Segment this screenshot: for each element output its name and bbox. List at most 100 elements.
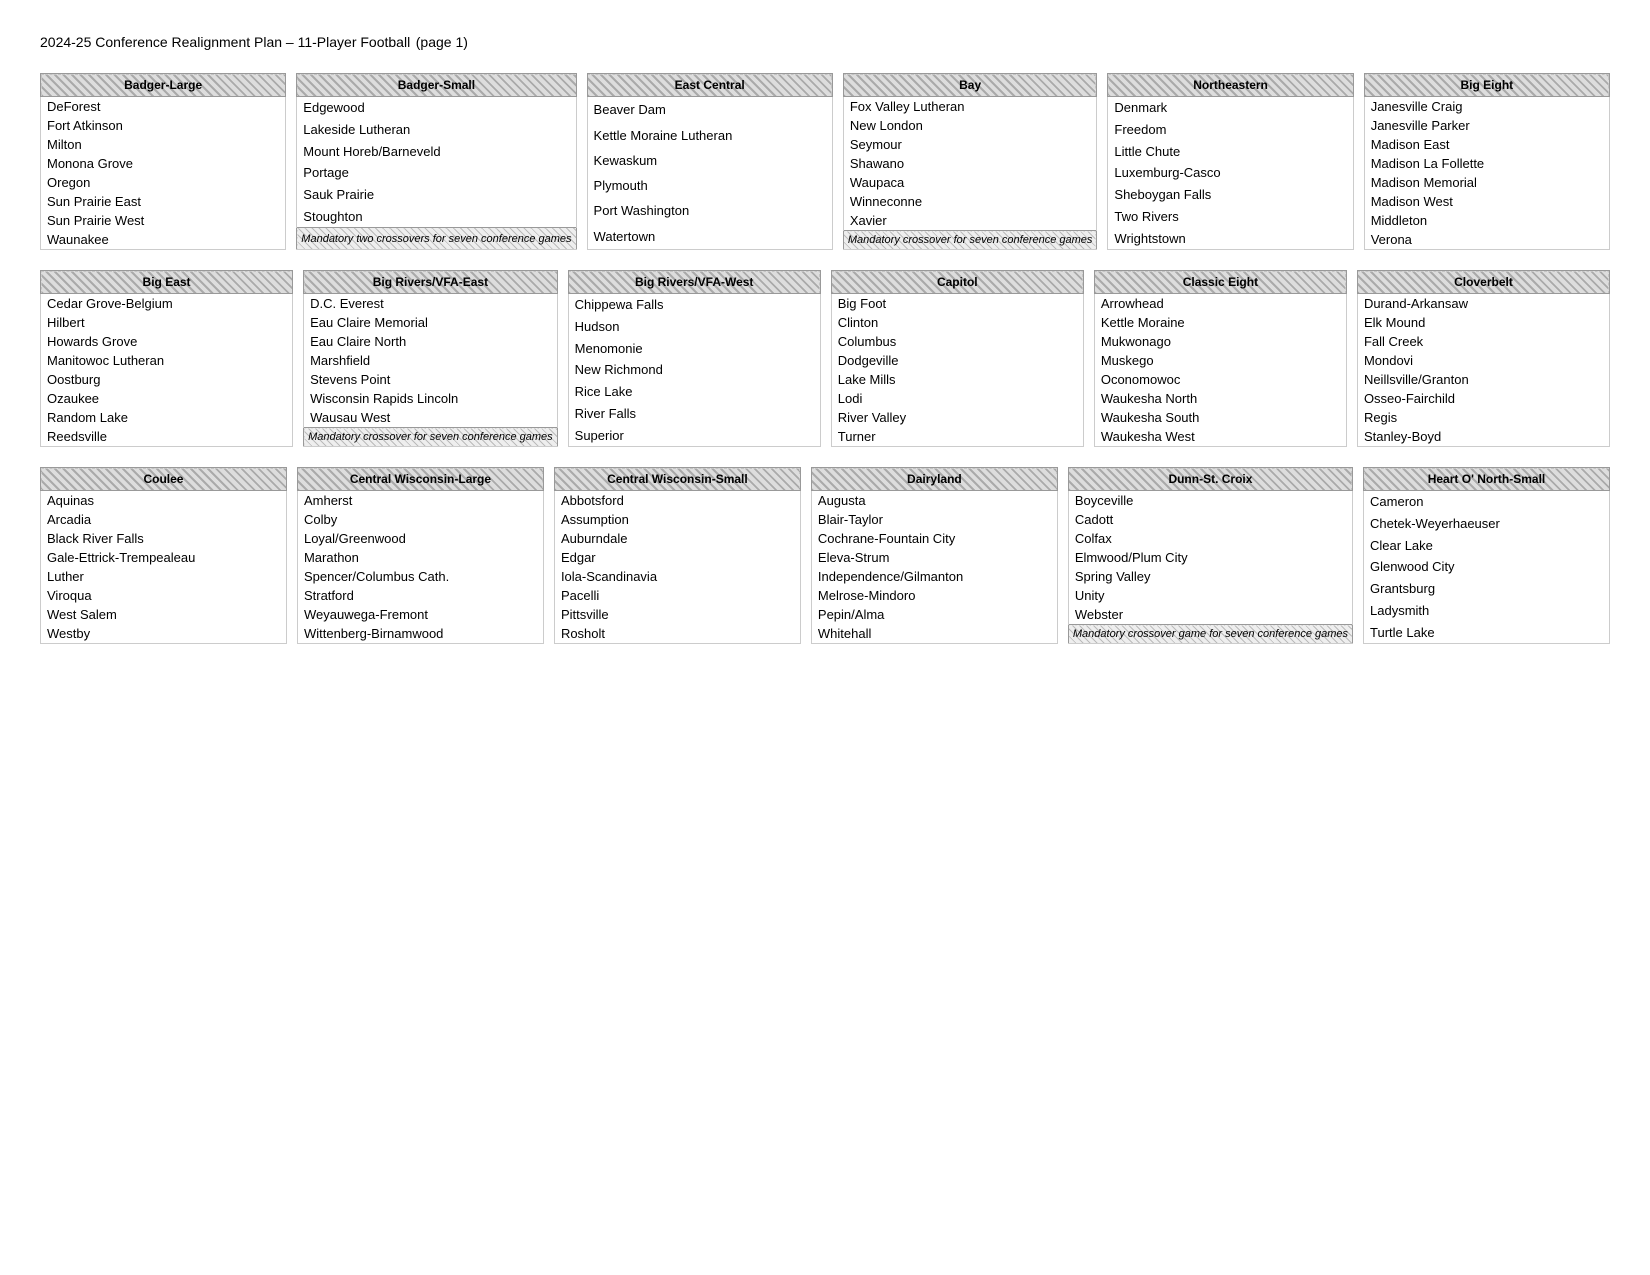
conference-note: Mandatory crossover game for seven confe… bbox=[1068, 625, 1352, 644]
conference-table-central-wisconsin-small: Central Wisconsin-SmallAbbotsfordAssumpt… bbox=[554, 467, 801, 644]
team-name: Monona Grove bbox=[41, 154, 286, 173]
team-name: Pacelli bbox=[554, 586, 800, 605]
team-name: Cochrane-Fountain City bbox=[811, 529, 1057, 548]
conference-header: Dunn-St. Croix bbox=[1068, 468, 1352, 491]
conference-header: Central Wisconsin-Large bbox=[297, 468, 543, 491]
team-name: Whitehall bbox=[811, 624, 1057, 644]
conference-row-1: Big EastCedar Grove-BelgiumHilbertHoward… bbox=[40, 270, 1610, 447]
team-name: Two Rivers bbox=[1108, 206, 1353, 228]
team-name: Luther bbox=[41, 567, 287, 586]
conference-header: Classic Eight bbox=[1094, 271, 1346, 294]
team-name: Turtle Lake bbox=[1364, 621, 1610, 643]
team-name: Loyal/Greenwood bbox=[297, 529, 543, 548]
conference-table-east-central: East CentralBeaver DamKettle Moraine Lut… bbox=[587, 73, 833, 250]
conference-header: Heart O' North-Small bbox=[1364, 468, 1610, 491]
team-name: Sun Prairie East bbox=[41, 192, 286, 211]
conference-header: East Central bbox=[587, 74, 832, 97]
conference-table-central-wisconsin-large: Central Wisconsin-LargeAmherstColbyLoyal… bbox=[297, 467, 544, 644]
team-name: Superior bbox=[568, 424, 820, 446]
team-name: Arcadia bbox=[41, 510, 287, 529]
team-name: Portage bbox=[297, 162, 576, 184]
team-name: Augusta bbox=[811, 491, 1057, 511]
team-name: Verona bbox=[1364, 230, 1609, 250]
team-name: Oostburg bbox=[41, 370, 293, 389]
team-name: Fox Valley Lutheran bbox=[843, 97, 1097, 117]
conference-table-dairyland: DairylandAugustaBlair-TaylorCochrane-Fou… bbox=[811, 467, 1058, 644]
team-name: Manitowoc Lutheran bbox=[41, 351, 293, 370]
conference-table-classic-eight: Classic EightArrowheadKettle MoraineMukw… bbox=[1094, 270, 1347, 447]
conference-table-coulee: CouleeAquinasArcadiaBlack River FallsGal… bbox=[40, 467, 287, 644]
team-name: Durand-Arkansaw bbox=[1357, 294, 1609, 314]
team-name: Ozaukee bbox=[41, 389, 293, 408]
team-name: Fort Atkinson bbox=[41, 116, 286, 135]
team-name: Cadott bbox=[1068, 510, 1352, 529]
team-name: Cameron bbox=[1364, 491, 1610, 513]
conference-header: Dairyland bbox=[811, 468, 1057, 491]
team-name: Auburndale bbox=[554, 529, 800, 548]
team-name: Milton bbox=[41, 135, 286, 154]
team-name: Big Foot bbox=[831, 294, 1083, 314]
team-name: Marathon bbox=[297, 548, 543, 567]
team-name: Watertown bbox=[587, 224, 832, 250]
conference-table-capitol: CapitolBig FootClintonColumbusDodgeville… bbox=[831, 270, 1084, 447]
team-name: Edgewood bbox=[297, 97, 576, 119]
conference-row-0: Badger-LargeDeForestFort AtkinsonMiltonM… bbox=[40, 73, 1610, 250]
team-name: Mukwonago bbox=[1094, 332, 1346, 351]
team-name: Lakeside Lutheran bbox=[297, 119, 576, 141]
team-name: Luxemburg-Casco bbox=[1108, 162, 1353, 184]
team-name: Janesville Parker bbox=[1364, 116, 1609, 135]
conference-table-bay: BayFox Valley LutheranNew LondonSeymourS… bbox=[843, 73, 1098, 250]
team-name: Amherst bbox=[297, 491, 543, 511]
team-name: DeForest bbox=[41, 97, 286, 117]
conference-table-big-rivers/vfa-east: Big Rivers/VFA-EastD.C. EverestEau Clair… bbox=[303, 270, 558, 447]
team-name: Oconomowoc bbox=[1094, 370, 1346, 389]
team-name: Clinton bbox=[831, 313, 1083, 332]
team-name: Sun Prairie West bbox=[41, 211, 286, 230]
team-name: Arrowhead bbox=[1094, 294, 1346, 314]
conference-table-big-rivers/vfa-west: Big Rivers/VFA-WestChippewa FallsHudsonM… bbox=[568, 270, 821, 447]
team-name: Osseo-Fairchild bbox=[1357, 389, 1609, 408]
team-name: Middleton bbox=[1364, 211, 1609, 230]
team-name: Reedsville bbox=[41, 427, 293, 447]
team-name: Muskego bbox=[1094, 351, 1346, 370]
conference-note: Mandatory two crossovers for seven confe… bbox=[297, 228, 576, 250]
team-name: Stevens Point bbox=[304, 370, 558, 389]
team-name: Freedom bbox=[1108, 119, 1353, 141]
team-name: Regis bbox=[1357, 408, 1609, 427]
team-name: Iola-Scandinavia bbox=[554, 567, 800, 586]
conference-header: Cloverbelt bbox=[1357, 271, 1609, 294]
team-name: D.C. Everest bbox=[304, 294, 558, 314]
team-name: Columbus bbox=[831, 332, 1083, 351]
team-name: Colfax bbox=[1068, 529, 1352, 548]
team-name: Aquinas bbox=[41, 491, 287, 511]
team-name: Turner bbox=[831, 427, 1083, 447]
team-name: Clear Lake bbox=[1364, 534, 1610, 556]
team-name: Little Chute bbox=[1108, 140, 1353, 162]
team-name: Kewaskum bbox=[587, 148, 832, 173]
team-name: Pittsville bbox=[554, 605, 800, 624]
team-name: Viroqua bbox=[41, 586, 287, 605]
conference-row-2: CouleeAquinasArcadiaBlack River FallsGal… bbox=[40, 467, 1610, 644]
conference-header: Northeastern bbox=[1108, 74, 1353, 97]
team-name: Blair-Taylor bbox=[811, 510, 1057, 529]
team-name: Beaver Dam bbox=[587, 97, 832, 123]
team-name: Kettle Moraine bbox=[1094, 313, 1346, 332]
conference-header: Coulee bbox=[41, 468, 287, 491]
conference-header: Badger-Large bbox=[41, 74, 286, 97]
team-name: Spring Valley bbox=[1068, 567, 1352, 586]
team-name: Colby bbox=[297, 510, 543, 529]
team-name: Rosholt bbox=[554, 624, 800, 644]
team-name: Oregon bbox=[41, 173, 286, 192]
team-name: Spencer/Columbus Cath. bbox=[297, 567, 543, 586]
team-name: New Richmond bbox=[568, 359, 820, 381]
team-name: Stratford bbox=[297, 586, 543, 605]
team-name: River Falls bbox=[568, 403, 820, 425]
team-name: Fall Creek bbox=[1357, 332, 1609, 351]
conference-table-dunn-st.-croix: Dunn-St. CroixBoycevilleCadottColfaxElmw… bbox=[1068, 467, 1353, 644]
team-name: Xavier bbox=[843, 211, 1097, 231]
conference-table-badger-small: Badger-SmallEdgewoodLakeside LutheranMou… bbox=[296, 73, 576, 250]
team-name: Chetek-Weyerhaeuser bbox=[1364, 513, 1610, 535]
team-name: Stanley-Boyd bbox=[1357, 427, 1609, 447]
team-name: Dodgeville bbox=[831, 351, 1083, 370]
team-name: Cedar Grove-Belgium bbox=[41, 294, 293, 314]
